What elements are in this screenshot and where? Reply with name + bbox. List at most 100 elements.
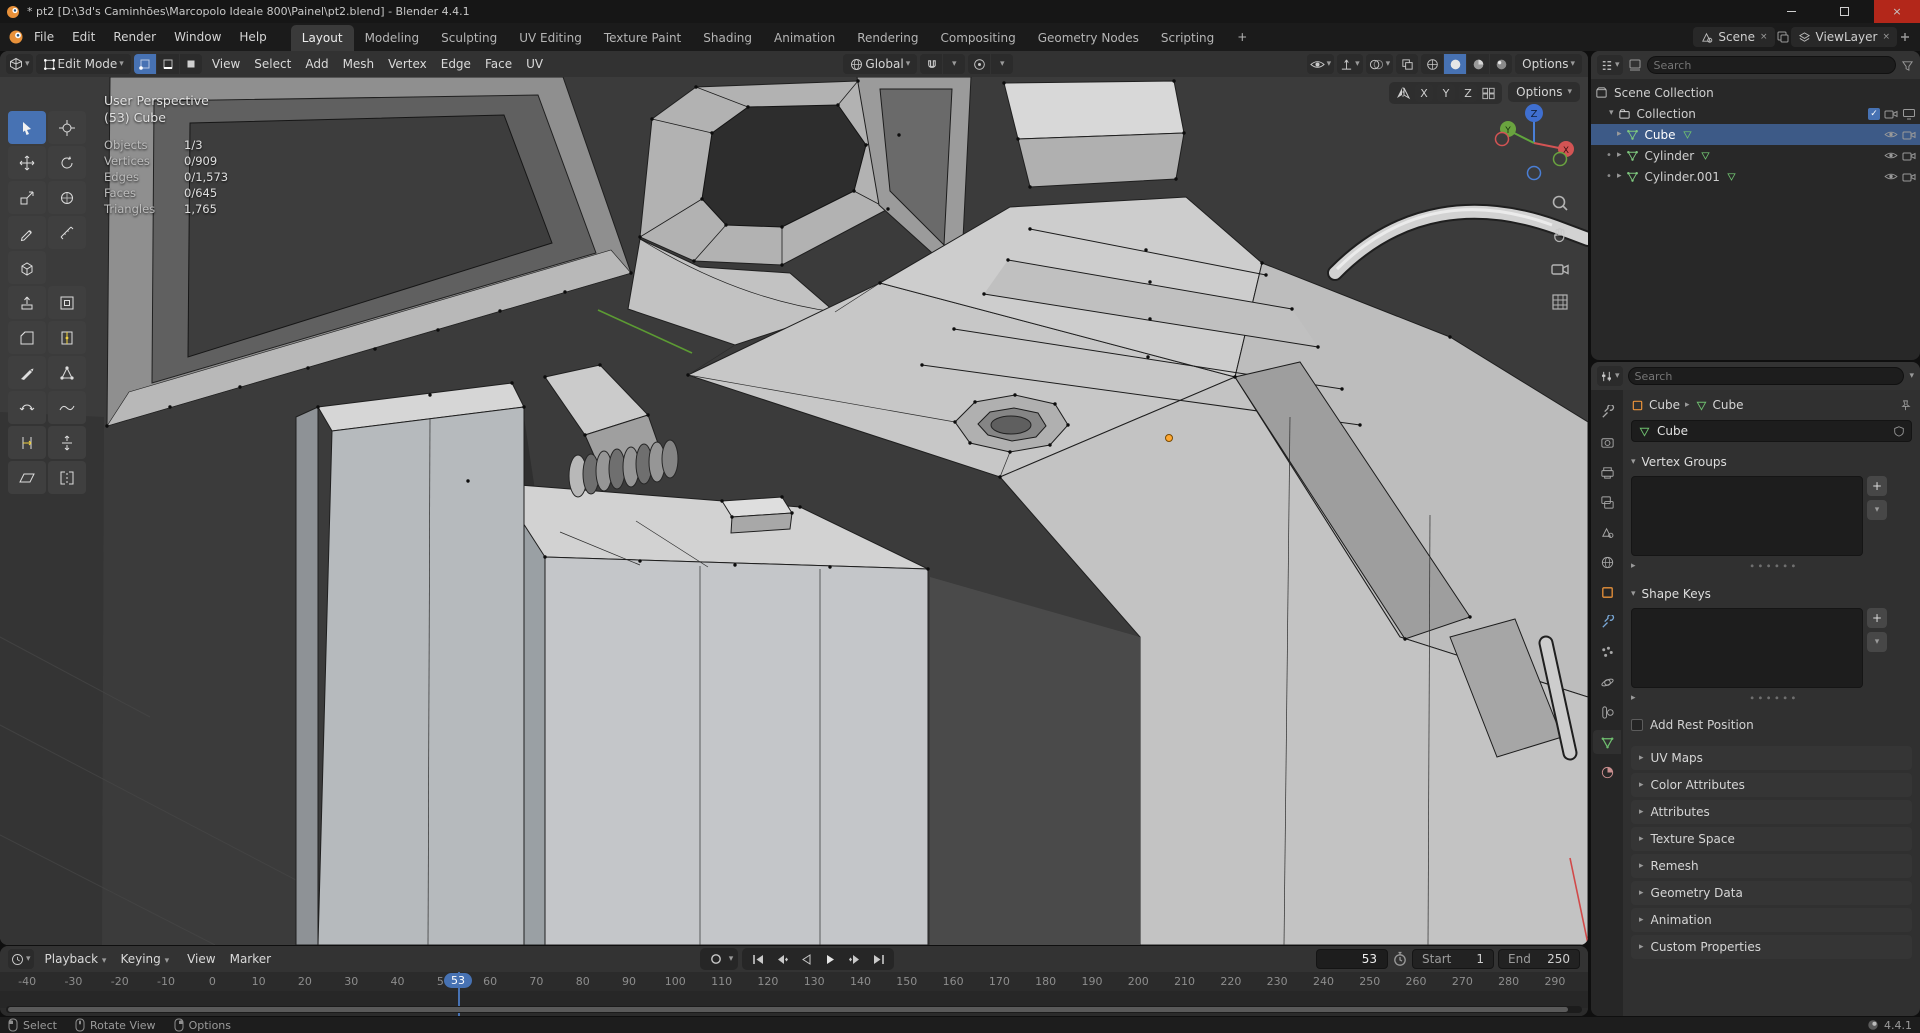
timeline-editor-type-button[interactable]: ▾ <box>8 949 34 969</box>
vertex-select-button[interactable] <box>133 54 156 74</box>
next-keyframe-button[interactable] <box>843 950 865 968</box>
knife-tool-button[interactable] <box>8 356 46 389</box>
extrude-tool-button[interactable] <box>8 286 46 319</box>
eye-icon[interactable] <box>1884 171 1898 182</box>
chevron-right-icon[interactable]: ▸ <box>1617 172 1622 181</box>
viewport-menu-item[interactable]: Vertex <box>381 54 434 74</box>
filter-funnel-icon[interactable] <box>1901 59 1914 72</box>
outliner-object-row[interactable]: • ▸ Cylinder <box>1591 145 1920 166</box>
workspace-tab[interactable]: Texture Paint <box>593 25 692 51</box>
timeline-menu-dropdown[interactable]: Keying ▾ <box>113 949 176 969</box>
add-rest-position-checkbox[interactable] <box>1631 719 1643 731</box>
shape-keys-list[interactable] <box>1631 608 1863 688</box>
rip-region-tool-button[interactable] <box>48 461 86 494</box>
timeline-menu-item[interactable]: View <box>180 949 222 969</box>
outliner-object-row[interactable]: • ▸ Cube <box>1591 124 1920 145</box>
shrink-fatten-tool-button[interactable] <box>48 426 86 459</box>
snap-options-button[interactable]: ▾ <box>943 54 966 74</box>
pan-hand-icon[interactable] <box>1550 226 1570 246</box>
resize-grip[interactable]: ∙∙∙∙∙∙ <box>1636 693 1912 704</box>
tab-world[interactable] <box>1593 550 1621 574</box>
snap-toggle-button[interactable] <box>920 54 943 74</box>
editor-type-button[interactable]: ▾ <box>6 54 33 74</box>
workspace-tab[interactable]: Modeling <box>354 25 431 51</box>
vertex-groups-header[interactable]: ▾ Vertex Groups <box>1631 452 1912 472</box>
collapsed-panel-header[interactable]: ▸ Texture Space <box>1631 827 1912 851</box>
overlays-dropdown[interactable]: ▾ <box>1365 54 1394 74</box>
collapsed-panel-header[interactable]: ▸ Geometry Data <box>1631 881 1912 905</box>
frame-start-field[interactable]: Start 1 <box>1412 949 1495 969</box>
xray-toggle-button[interactable] <box>1396 54 1419 74</box>
outliner-collection-row[interactable]: ▾ Collection ✓ <box>1591 103 1920 124</box>
mirror-y-button[interactable]: Y <box>1437 84 1455 102</box>
tab-tool[interactable] <box>1593 400 1621 424</box>
menubar-item[interactable]: Edit <box>63 26 104 48</box>
new-scene-icon[interactable] <box>1776 30 1790 44</box>
viewport-menu-item[interactable]: Add <box>298 54 335 74</box>
timeline-ruler[interactable]: -40-30-20-100102030405060708090100110120… <box>0 972 1588 1016</box>
snap-grid-icon[interactable] <box>1481 86 1496 100</box>
viewport-menu-item[interactable]: Edge <box>434 54 478 74</box>
transform-orientation-dropdown[interactable]: Global ▾ <box>843 54 918 74</box>
workspace-tab[interactable]: Geometry Nodes <box>1027 25 1150 51</box>
tab-modifiers[interactable] <box>1593 610 1621 634</box>
camera-visibility-icon[interactable] <box>1902 150 1916 162</box>
solid-shading-button[interactable] <box>1444 54 1467 74</box>
viewport-options-dropdown[interactable]: Options ▾ <box>1515 54 1583 74</box>
smooth-tool-button[interactable] <box>48 391 86 424</box>
outliner-scene-collection-row[interactable]: Scene Collection <box>1591 82 1920 103</box>
edge-slide-tool-button[interactable] <box>8 426 46 459</box>
add-workspace-button[interactable]: + <box>1226 24 1258 50</box>
viewport-menu-item[interactable]: View <box>205 54 247 74</box>
chevron-down-icon[interactable]: ▾ <box>729 954 734 964</box>
collapsed-panel-header[interactable]: ▸ UV Maps <box>1631 746 1912 770</box>
data-name-field[interactable]: Cube <box>1631 420 1912 442</box>
viewport-canvas[interactable]: User Perspective (53) Cube Objects 1/3 V… <box>0 77 1588 945</box>
collection-checkbox[interactable]: ✓ <box>1868 107 1880 120</box>
annotate-tool-button[interactable] <box>8 216 46 249</box>
spin-tool-button[interactable] <box>8 391 46 424</box>
chevron-right-icon[interactable]: ▸ <box>1617 151 1622 160</box>
vertex-group-add-button[interactable]: + <box>1867 476 1887 496</box>
outliner-search-input[interactable] <box>1646 56 1896 74</box>
mesh-options-dropdown[interactable]: Options ▾ <box>1508 82 1580 102</box>
face-select-button[interactable] <box>179 54 202 74</box>
properties-search-input[interactable] <box>1627 367 1905 385</box>
camera-visibility-icon[interactable] <box>1884 108 1898 120</box>
jump-to-end-button[interactable] <box>867 950 889 968</box>
wireframe-shading-button[interactable] <box>1421 54 1444 74</box>
proportional-edit-button[interactable] <box>968 54 991 74</box>
bevel-tool-button[interactable] <box>8 321 46 354</box>
minimize-button[interactable] <box>1768 0 1814 23</box>
viewport-menu-item[interactable]: Face <box>478 54 519 74</box>
display-mode-icon[interactable] <box>1628 58 1642 72</box>
navigation-gizmo[interactable]: Z X Y <box>1492 101 1576 185</box>
frame-end-field[interactable]: End 250 <box>1498 949 1581 969</box>
inset-tool-button[interactable] <box>48 286 86 319</box>
pin-icon[interactable] <box>1899 399 1912 412</box>
poly-build-tool-button[interactable] <box>48 356 86 389</box>
ortho-grid-icon[interactable] <box>1550 292 1570 312</box>
stopwatch-icon[interactable] <box>1392 951 1408 967</box>
prev-keyframe-button[interactable] <box>771 950 793 968</box>
outliner-editor-type-button[interactable]: ▾ <box>1597 55 1623 75</box>
tab-output[interactable] <box>1593 460 1621 484</box>
proportional-options-button[interactable]: ▾ <box>991 54 1014 74</box>
shape-key-add-button[interactable]: + <box>1867 608 1887 628</box>
auto-keying-button[interactable] <box>705 950 727 968</box>
mode-dropdown[interactable]: Edit Mode ▾ <box>35 54 131 74</box>
timeline-scrollbar[interactable] <box>6 1006 1582 1013</box>
vertex-groups-list[interactable] <box>1631 476 1863 556</box>
eye-icon[interactable] <box>1884 129 1898 140</box>
new-view-layer-icon[interactable] <box>1898 30 1912 44</box>
edge-select-button[interactable] <box>156 54 179 74</box>
add-cube-tool-button[interactable] <box>8 251 46 284</box>
workspace-tab[interactable]: Scripting <box>1150 25 1225 51</box>
timeline-menu-dropdown[interactable]: Playback ▾ <box>38 949 114 969</box>
collapsed-panel-header[interactable]: ▸ Color Attributes <box>1631 773 1912 797</box>
menubar-item[interactable]: Help <box>230 26 275 48</box>
play-button[interactable] <box>819 950 841 968</box>
scene-selector[interactable]: Scene × <box>1693 27 1775 47</box>
current-frame-field[interactable]: 53 <box>1316 949 1389 969</box>
loop-cut-tool-button[interactable] <box>48 321 86 354</box>
